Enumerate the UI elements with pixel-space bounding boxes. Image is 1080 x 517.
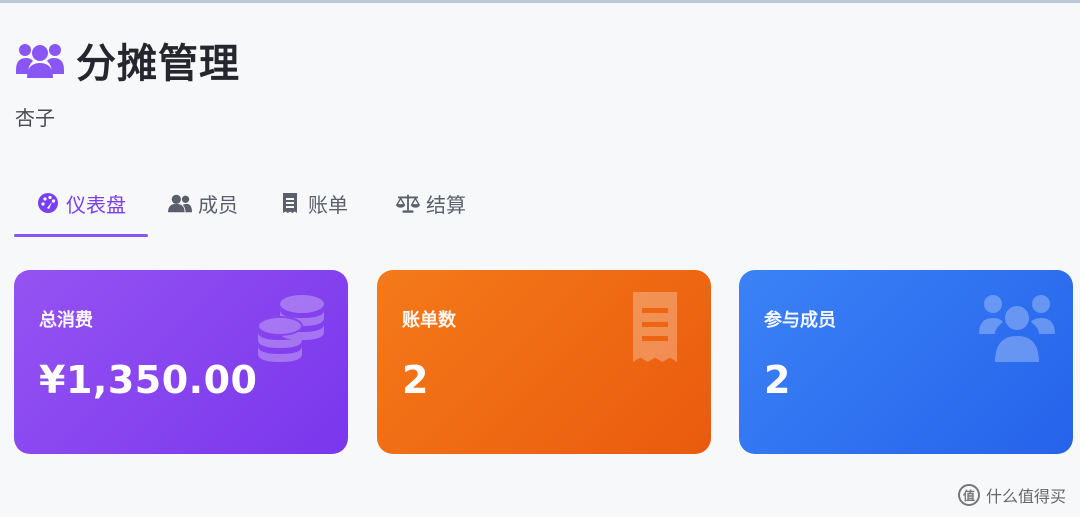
participants-card: 参与成员 2 xyxy=(739,270,1073,454)
page-header: 分摊管理 xyxy=(14,30,240,90)
tab-bar: 仪表盘 成员 账单 结算 xyxy=(14,172,494,238)
card-value: 2 xyxy=(402,358,429,402)
tab-label: 成员 xyxy=(198,192,238,217)
tab-settlement[interactable]: 结算 xyxy=(368,172,494,234)
group-name: 杏子 xyxy=(15,106,55,130)
page-title: 分摊管理 xyxy=(76,41,240,87)
tab-label: 账单 xyxy=(308,192,348,217)
users-icon xyxy=(14,34,66,86)
dashboard-icon xyxy=(36,191,60,215)
tab-label: 仪表盘 xyxy=(66,192,126,217)
balance-scale-icon xyxy=(396,191,420,215)
total-spending-card: 总消费 ¥1,350.00 xyxy=(14,270,348,454)
tab-label: 结算 xyxy=(426,192,466,217)
watermark-text: 什么值得买 xyxy=(985,487,1066,506)
coins-icon xyxy=(257,295,324,362)
stats-cards: 总消费 ¥1,350.00 账单数 2 参与成员 2 xyxy=(14,270,1074,454)
card-label: 总消费 xyxy=(39,310,93,331)
receipt-icon xyxy=(633,292,677,362)
tab-dashboard[interactable]: 仪表盘 xyxy=(14,172,148,234)
active-tab-indicator xyxy=(14,234,148,237)
bill-count-card: 账单数 2 xyxy=(377,270,711,454)
top-border xyxy=(0,0,1080,3)
tab-bills[interactable]: 账单 xyxy=(258,172,368,234)
users-icon xyxy=(168,191,192,215)
card-value: 2 xyxy=(764,358,791,402)
watermark-logo: 值 xyxy=(957,484,980,506)
card-label: 账单数 xyxy=(402,310,456,331)
tab-members[interactable]: 成员 xyxy=(148,172,258,234)
card-value: ¥1,350.00 xyxy=(39,358,258,402)
watermark: 值 什么值得买 xyxy=(957,483,1066,507)
card-label: 参与成员 xyxy=(764,310,836,331)
receipt-icon xyxy=(278,191,302,215)
users-icon xyxy=(979,295,1055,362)
